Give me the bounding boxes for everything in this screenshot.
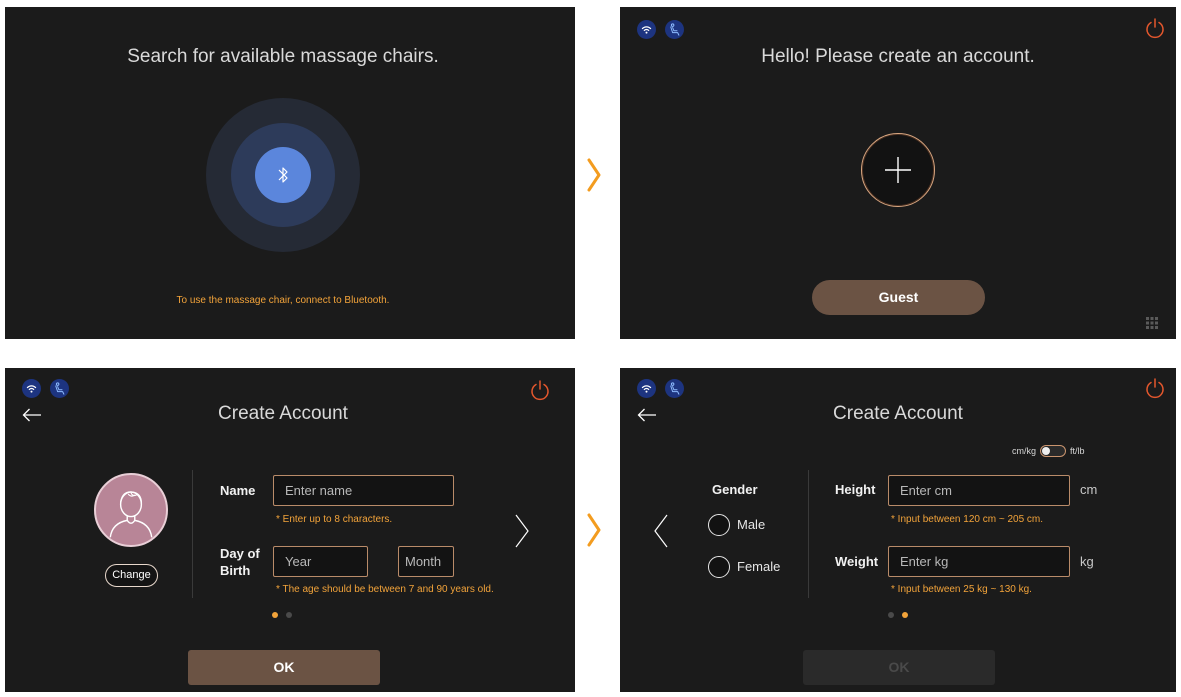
wifi-icon <box>641 26 652 34</box>
power-icon <box>531 380 549 401</box>
pagination <box>272 612 292 618</box>
pagination-dot-active <box>902 612 908 618</box>
wifi-status <box>22 379 41 398</box>
birth-label: Day of Birth <box>220 546 260 578</box>
welcome-screen: Hello! Please create an account. Guest <box>620 7 1176 339</box>
switch-knob <box>1042 447 1051 455</box>
gender-option-female[interactable]: Female <box>708 556 798 578</box>
page-title: Create Account <box>218 403 348 424</box>
chair-status <box>50 379 69 398</box>
wifi-status <box>637 20 656 39</box>
birth-year-input[interactable] <box>273 546 368 577</box>
page-title: Create Account <box>833 403 963 424</box>
grid-icon <box>1146 317 1158 329</box>
name-input[interactable] <box>273 475 454 506</box>
welcome-title: Hello! Please create an account. <box>761 46 1035 67</box>
pagination-dot <box>888 612 894 618</box>
unit-metric-label: cm/kg <box>1012 446 1037 456</box>
bluetooth-search-screen: Search for available massage chairs. To … <box>5 7 575 339</box>
massage-chair-icon <box>670 382 680 395</box>
name-label: Name <box>220 483 256 498</box>
gender-label: Gender <box>712 482 758 497</box>
radio-button[interactable] <box>708 556 730 578</box>
radio-label: Male <box>737 517 766 532</box>
plus-icon <box>885 157 911 183</box>
search-title: Search for available massage chairs. <box>127 46 439 67</box>
power-icon <box>1146 378 1164 399</box>
prev-page-chevron-left-icon[interactable] <box>653 513 669 549</box>
chair-status <box>665 20 684 39</box>
weight-hint: * Input between 25 kg ~ 130 kg. <box>891 584 1032 595</box>
height-unit: cm <box>1080 482 1098 497</box>
ok-button[interactable]: OK <box>188 650 380 685</box>
power-button[interactable] <box>530 379 550 401</box>
power-icon <box>1146 18 1164 39</box>
unit-switch[interactable] <box>1040 445 1067 457</box>
bluetooth-indicator <box>255 147 311 203</box>
birth-hint: * The age should be between 7 and 90 yea… <box>276 584 494 595</box>
radio-button[interactable] <box>708 514 730 536</box>
unit-toggle[interactable]: cm/kg ft/lb <box>1012 445 1085 457</box>
guest-button[interactable]: Guest <box>812 280 985 315</box>
divider <box>192 470 193 598</box>
create-account-step2-screen: Create Account cm/kg ft/lb Gender Male F… <box>620 368 1176 692</box>
massage-chair-icon <box>670 23 680 36</box>
wifi-status <box>637 379 656 398</box>
change-avatar-button[interactable]: Change <box>105 564 158 587</box>
pagination-dot-active <box>272 612 278 618</box>
create-account-step1-screen: Create Account Change Name * Enter up to… <box>5 368 575 692</box>
height-label: Height <box>835 482 876 497</box>
flow-chevron-right-icon <box>587 158 601 192</box>
next-page-chevron-right-icon[interactable] <box>514 513 530 549</box>
pagination <box>888 612 908 618</box>
wifi-icon <box>26 385 37 393</box>
name-hint: * Enter up to 8 characters. <box>276 514 393 525</box>
power-button[interactable] <box>1145 17 1165 39</box>
grid-menu-button[interactable] <box>1146 316 1158 329</box>
radio-label: Female <box>737 559 781 574</box>
weight-label: Weight <box>835 554 879 569</box>
flow-chevron-right-icon <box>587 513 601 547</box>
wifi-icon <box>641 385 652 393</box>
ok-button[interactable]: OK <box>803 650 995 685</box>
bluetooth-hint: To use the massage chair, connect to Blu… <box>176 295 390 306</box>
chair-status <box>665 379 684 398</box>
gender-option-male[interactable]: Male <box>708 514 798 536</box>
avatar <box>94 473 168 547</box>
power-button[interactable] <box>1145 377 1165 399</box>
divider <box>808 470 809 598</box>
massage-chair-icon <box>55 382 65 395</box>
person-icon <box>109 491 153 538</box>
add-account-button[interactable] <box>861 133 935 207</box>
birth-month-input[interactable] <box>398 546 454 577</box>
height-input[interactable] <box>888 475 1070 506</box>
unit-imperial-label: ft/lb <box>1070 446 1085 456</box>
weight-unit: kg <box>1080 554 1094 569</box>
height-hint: * Input between 120 cm ~ 205 cm. <box>891 514 1044 525</box>
bluetooth-icon <box>278 167 288 183</box>
pagination-dot <box>286 612 292 618</box>
weight-input[interactable] <box>888 546 1070 577</box>
